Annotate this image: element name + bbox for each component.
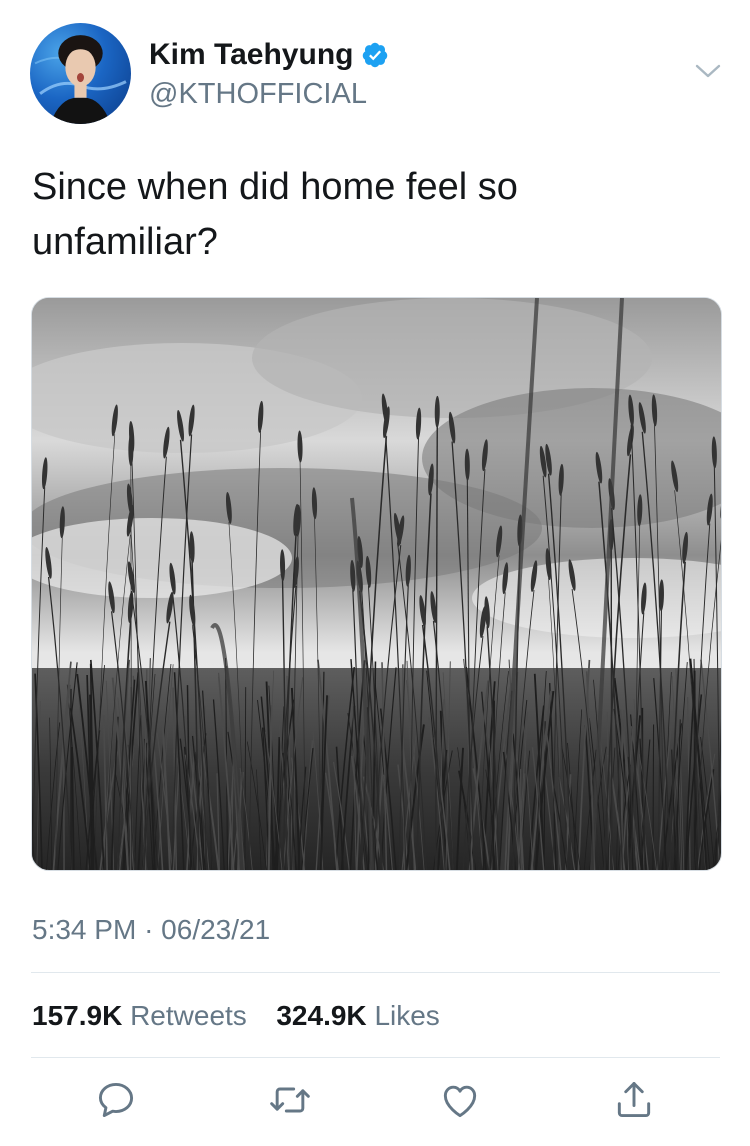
user-handle[interactable]: @KTHOFFICIAL [149,78,367,111]
retweets-count: 157.9K [32,1000,123,1031]
likes-label: Likes [374,1000,440,1031]
tweet-text: Since when did home feel so unfamiliar? [32,166,518,263]
chevron-down-icon[interactable] [694,61,722,81]
timestamp-separator: · [144,914,154,945]
like-icon [443,1085,477,1118]
grass-field-photo [32,298,721,870]
retweets-label: Retweets [130,1000,247,1031]
tweet-stats: 157.9K Retweets 324.9K Likes [32,1000,440,1032]
verified-badge-icon [363,42,388,68]
likes-count: 324.9K [276,1000,367,1031]
user-name[interactable]: Kim Taehyung [149,38,353,72]
share-icon [617,1082,651,1118]
tweet-timestamp[interactable]: 5:34 PM · 06/23/21 [32,914,270,946]
avatar[interactable] [30,23,131,124]
retweets-stat[interactable]: 157.9K Retweets [32,1000,255,1031]
like-button[interactable] [438,1078,482,1122]
avatar-image [34,35,127,124]
divider [31,1057,720,1058]
tweet-date: 06/23/21 [161,914,271,945]
tweet-time: 5:34 PM [32,914,137,945]
tweet-photo[interactable] [31,297,722,871]
user-name-row[interactable]: Kim Taehyung [149,38,389,72]
likes-stat[interactable]: 324.9K Likes [276,1000,439,1031]
reply-icon [98,1082,134,1118]
retweet-icon [270,1087,310,1113]
reply-button[interactable] [94,1078,138,1122]
retweet-button[interactable] [268,1078,312,1122]
share-button[interactable] [612,1078,656,1122]
divider [31,972,720,973]
